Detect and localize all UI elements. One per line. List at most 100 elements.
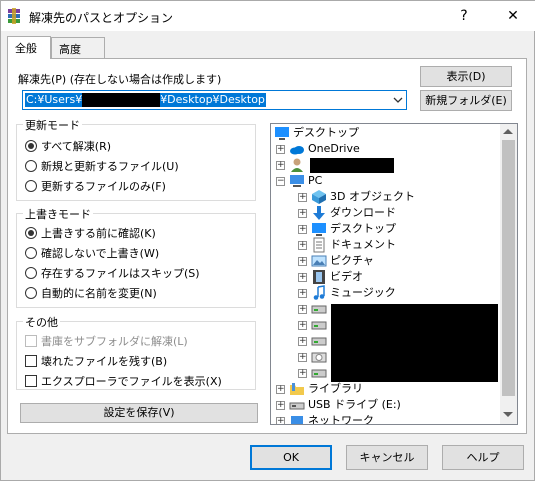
destination-path-combobox[interactable]: C:¥Users¥ ¥Desktop¥Desktop xyxy=(22,90,407,110)
film-icon xyxy=(313,270,325,284)
tree-label: ビデオ xyxy=(330,270,363,283)
radio-label: 確認しないで上書き(W) xyxy=(41,247,160,260)
checkbox-extract-to-subfolders[interactable]: 書庫をサブフォルダに解凍(L) xyxy=(25,333,188,349)
drive-icon xyxy=(311,305,327,314)
tree-label: デスクトップ xyxy=(293,126,359,139)
radio-ask-before-overwrite[interactable]: 上書きする前に確認(K) xyxy=(25,225,156,241)
checkbox-label: エクスプローラでファイルを表示(X) xyxy=(41,375,222,388)
radio-indicator xyxy=(25,247,37,259)
scrollbar-thumb[interactable] xyxy=(502,140,515,396)
expand-icon[interactable]: + xyxy=(298,369,307,378)
radio-overwrite-without-prompt[interactable]: 確認しないで上書き(W) xyxy=(25,245,159,261)
radio-auto-rename[interactable]: 自動的に名前を変更(N) xyxy=(25,285,157,301)
help-title-button[interactable]: ? xyxy=(449,3,479,29)
tree-label: デスクトップ xyxy=(330,222,396,235)
drive-icon xyxy=(311,321,327,330)
radio-indicator xyxy=(25,140,37,152)
radio-label: 更新するファイルのみ(F) xyxy=(41,180,166,193)
radio-label: 新規と更新するファイル(U) xyxy=(41,160,179,173)
checkbox-label: 壊れたファイルを残す(B) xyxy=(41,355,168,368)
tree-label: USB ドライブ (E:) xyxy=(308,398,401,411)
expand-icon[interactable]: + xyxy=(276,385,285,394)
radio-new-and-updated[interactable]: 新規と更新するファイル(U) xyxy=(25,158,179,174)
scroll-down-arrow-icon[interactable] xyxy=(503,412,513,417)
checkbox-show-in-explorer[interactable]: エクスプローラでファイルを表示(X) xyxy=(25,373,222,389)
chevron-down-icon[interactable] xyxy=(392,94,404,106)
overwrite-mode-group: 上書きモード 上書きする前に確認(K) 確認しないで上書き(W) 存在するファイ… xyxy=(16,206,256,308)
tree-label: OneDrive xyxy=(308,142,360,155)
redacted-drive-names xyxy=(331,304,498,382)
cancel-button[interactable]: キャンセル xyxy=(346,445,428,470)
expand-icon[interactable]: + xyxy=(298,305,307,314)
checkbox-label: 書庫をサブフォルダに解凍(L) xyxy=(41,335,188,348)
destination-label: 解凍先(P) (存在しない場合は作成します) xyxy=(18,73,222,86)
expand-icon[interactable]: + xyxy=(276,161,285,170)
tree-label: ピクチャ xyxy=(330,254,374,267)
network-icon xyxy=(291,416,303,424)
new-folder-button[interactable]: 新規フォルダ(E) xyxy=(420,90,512,111)
drive-icon xyxy=(311,369,327,378)
tree-label: ネットワーク xyxy=(308,414,374,425)
tab-general[interactable]: 全般 xyxy=(7,36,51,59)
expand-icon[interactable]: + xyxy=(298,273,307,282)
expand-icon[interactable]: + xyxy=(298,321,307,330)
ok-button[interactable]: OK xyxy=(250,445,332,470)
radio-extract-all[interactable]: すべて解凍(R) xyxy=(25,138,111,154)
expand-icon[interactable]: + xyxy=(298,193,307,202)
expand-icon[interactable]: + xyxy=(298,209,307,218)
redacted-user-name xyxy=(310,158,394,173)
scroll-up-arrow-icon[interactable] xyxy=(503,129,513,134)
tree-label: ミュージック xyxy=(330,286,396,299)
checkbox-indicator xyxy=(25,335,37,347)
folder-tree[interactable]: デスクトップ + OneDrive + − PC + 3D オブジェクト + ダ… xyxy=(270,123,518,425)
expand-icon[interactable]: + xyxy=(276,401,285,410)
other-options-title: その他 xyxy=(23,314,60,330)
update-mode-group: 更新モード すべて解凍(R) 新規と更新するファイル(U) 更新するファイルのみ… xyxy=(16,117,256,201)
radio-indicator xyxy=(25,267,37,279)
onedrive-cloud-icon xyxy=(290,146,304,155)
tab-advanced[interactable]: 高度 xyxy=(51,37,105,58)
close-button[interactable]: ✕ xyxy=(498,3,528,29)
other-options-group: その他 書庫をサブフォルダに解凍(L) 壊れたファイルを残す(B) エクスプロー… xyxy=(16,314,256,390)
title-bar[interactable]: 解凍先のパスとオプション ? ✕ xyxy=(1,1,535,31)
path-suffix: ¥Desktop¥Desktop xyxy=(160,93,265,106)
expand-icon[interactable]: + xyxy=(298,337,307,346)
destination-path-value: C:¥Users¥ ¥Desktop¥Desktop xyxy=(25,93,266,107)
desktop-icon xyxy=(312,223,326,236)
tree-label: ダウンロード xyxy=(330,206,396,219)
tree-label: ライブラリ xyxy=(308,382,363,395)
drive-icon xyxy=(311,337,327,346)
cube-3d-icon xyxy=(312,190,326,204)
tree-vertical-scrollbar[interactable] xyxy=(500,124,517,424)
radio-updated-only[interactable]: 更新するファイルのみ(F) xyxy=(25,178,166,194)
help-button[interactable]: ヘルプ xyxy=(442,445,524,470)
checkbox-indicator xyxy=(25,375,37,387)
window-title: 解凍先のパスとオプション xyxy=(29,11,174,25)
checkbox-keep-broken-files[interactable]: 壊れたファイルを残す(B) xyxy=(25,353,167,369)
save-settings-button[interactable]: 設定を保存(V) xyxy=(20,403,258,423)
expand-icon[interactable]: + xyxy=(298,353,307,362)
user-icon xyxy=(291,158,303,172)
radio-label: 自動的に名前を変更(N) xyxy=(41,287,157,300)
computer-icon xyxy=(290,175,304,187)
update-mode-title: 更新モード xyxy=(23,117,82,133)
radio-indicator xyxy=(25,180,37,192)
tree-label: 3D オブジェクト xyxy=(330,190,415,203)
expand-icon[interactable]: + xyxy=(298,225,307,234)
collapse-icon[interactable]: − xyxy=(276,177,285,186)
general-tab-panel: 解凍先(P) (存在しない場合は作成します) 表示(D) 新規フォルダ(E) C… xyxy=(7,58,527,434)
radio-indicator xyxy=(25,160,37,172)
download-arrow-icon xyxy=(313,206,325,220)
usb-drive-icon xyxy=(289,402,305,410)
expand-icon[interactable]: + xyxy=(298,257,307,266)
expand-icon[interactable]: + xyxy=(276,145,285,154)
radio-skip-existing[interactable]: 存在するファイルはスキップ(S) xyxy=(25,265,200,281)
picture-icon xyxy=(311,255,327,267)
radio-label: 上書きする前に確認(K) xyxy=(41,227,156,240)
radio-indicator xyxy=(25,227,37,239)
expand-icon[interactable]: + xyxy=(298,241,307,250)
overwrite-mode-title: 上書きモード xyxy=(23,206,93,222)
expand-icon[interactable]: + xyxy=(298,289,307,298)
expand-icon[interactable]: + xyxy=(276,417,285,424)
show-button[interactable]: 表示(D) xyxy=(420,66,512,87)
